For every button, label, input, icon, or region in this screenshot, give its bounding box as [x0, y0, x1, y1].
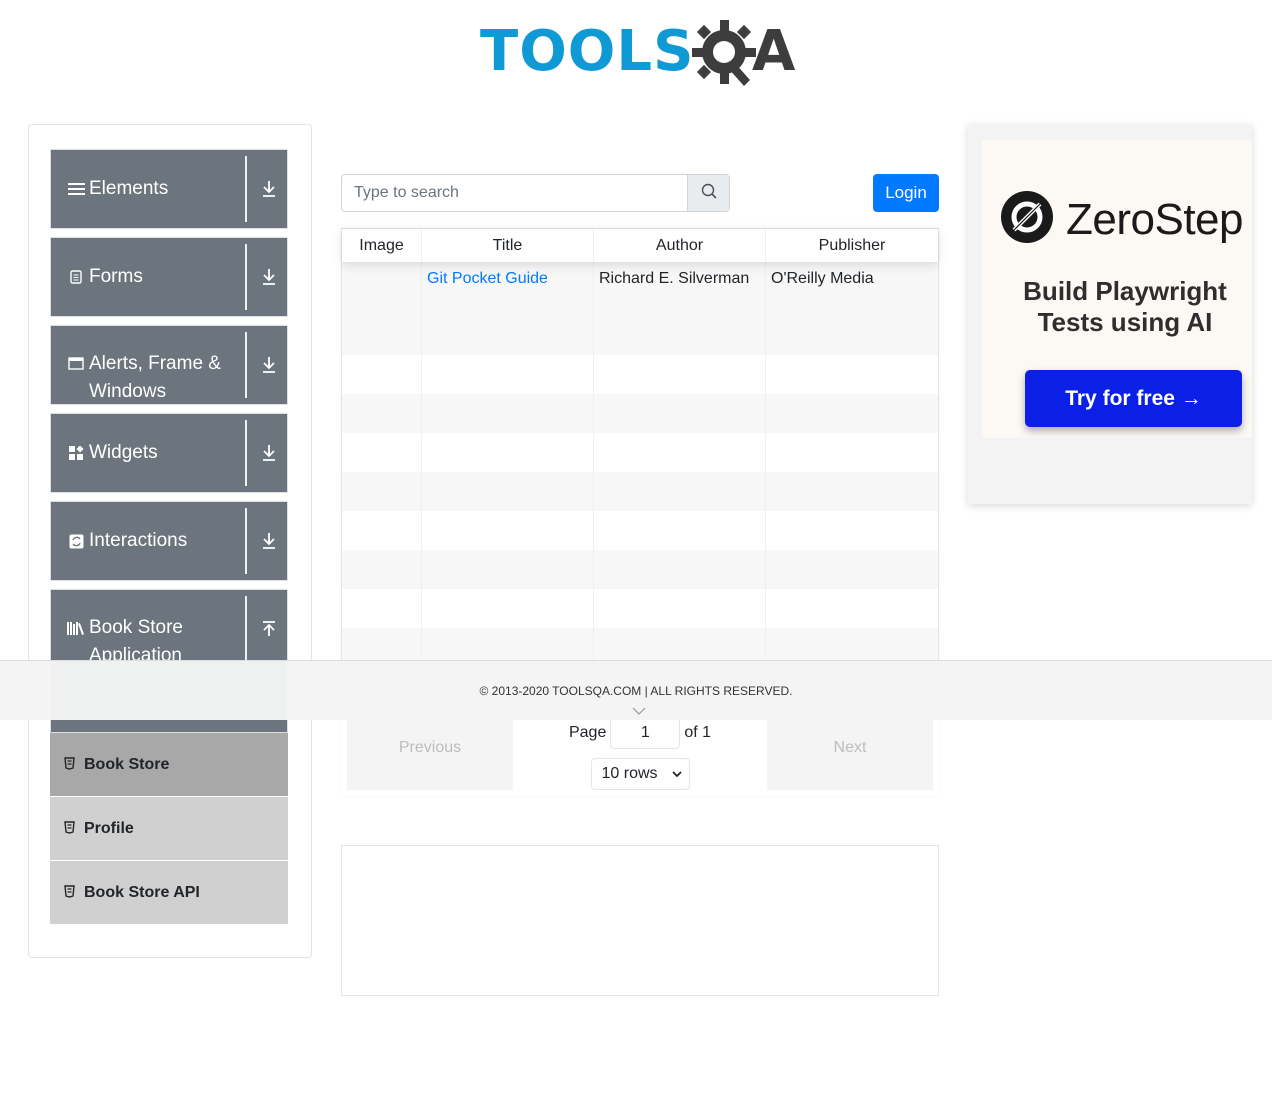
window-icon: [67, 357, 85, 370]
page-label: Page: [568, 724, 607, 741]
cell-author: Richard E. Silverman: [594, 262, 766, 355]
download-arrow-icon[interactable]: [251, 326, 287, 404]
ad-card: ZeroStep Build Playwright Tests using AI…: [982, 140, 1252, 438]
search-icon: [701, 183, 717, 204]
search-button[interactable]: [687, 175, 729, 211]
download-arrow-icon[interactable]: [251, 150, 287, 228]
page-number-input[interactable]: 1: [610, 717, 681, 749]
html5-icon: [64, 756, 78, 773]
group-alerts-header[interactable]: Alerts, Frame & Windows: [51, 326, 245, 404]
group-widgets-label: Widgets: [89, 442, 158, 463]
rows-per-page-value: 10 rows: [601, 765, 658, 782]
ad-cta-button[interactable]: Try for free →: [1025, 370, 1242, 427]
empty-content-box: [341, 845, 939, 996]
column-header-title[interactable]: Title: [422, 229, 594, 262]
download-arrow-icon[interactable]: [251, 502, 287, 580]
page-total-label: of 1: [684, 724, 712, 741]
group-forms-header[interactable]: Forms: [51, 238, 245, 316]
group-divider: [245, 244, 247, 310]
group-divider: [245, 156, 247, 222]
group-alerts-label: Alerts, Frame & Windows: [89, 353, 221, 402]
group-elements-label: Elements: [89, 178, 169, 199]
interactions-icon: [67, 534, 85, 549]
table-row-empty: [342, 433, 938, 472]
book-title-link[interactable]: Git Pocket Guide: [427, 270, 548, 287]
column-header-publisher[interactable]: Publisher: [766, 229, 938, 262]
advertisement[interactable]: ZeroStep Build Playwright Tests using AI…: [968, 124, 1252, 504]
group-elements[interactable]: Elements: [50, 149, 288, 229]
cell-publisher: O'Reilly Media: [771, 270, 874, 287]
chevron-down-icon: [671, 767, 683, 785]
table-row-empty: [342, 550, 938, 589]
menu-icon: [67, 182, 85, 196]
group-alerts-frame-windows[interactable]: Alerts, Frame & Windows: [50, 325, 288, 405]
download-arrow-icon[interactable]: [251, 414, 287, 492]
logo-text-a: A: [752, 19, 796, 84]
column-header-image[interactable]: Image: [342, 229, 422, 262]
toolsqa-logo[interactable]: TOOLS A: [480, 14, 804, 94]
group-forms[interactable]: Forms: [50, 237, 288, 317]
group-interactions[interactable]: Interactions: [50, 501, 288, 581]
group-forms-label: Forms: [89, 266, 143, 287]
table-row-empty: [342, 511, 938, 550]
table-header: Image Title Author Publisher: [342, 229, 938, 262]
group-divider: [245, 420, 247, 486]
document-icon: [67, 270, 85, 284]
login-button[interactable]: Login: [873, 174, 939, 212]
table-row-empty: [342, 355, 938, 394]
table-row-empty: [342, 394, 938, 433]
group-book-store-header[interactable]: Book Store Application: [51, 590, 245, 668]
ad-brand-name: ZeroStep: [1066, 194, 1243, 244]
download-arrow-icon[interactable]: [251, 238, 287, 316]
group-divider: [245, 508, 247, 574]
search-input[interactable]: [342, 175, 687, 211]
upload-arrow-icon[interactable]: [251, 590, 287, 668]
chevron-down-icon[interactable]: [632, 705, 646, 719]
rows-per-page-select[interactable]: 10 rows: [590, 758, 690, 790]
submenu-profile-label: Profile: [84, 819, 134, 837]
group-divider: [245, 332, 247, 398]
books-icon: [67, 621, 85, 635]
left-panel: Elements Forms Alerts, Frame & Windows W…: [28, 124, 312, 958]
group-divider: [245, 596, 247, 662]
page-jump: Page 1 of 1: [568, 717, 712, 749]
footer-copyright: © 2013-2020 TOOLSQA.COM | ALL RIGHTS RES…: [479, 683, 793, 698]
group-widgets-header[interactable]: Widgets: [51, 414, 245, 492]
group-widgets[interactable]: Widgets: [50, 413, 288, 493]
html5-icon: [64, 884, 78, 901]
column-header-author[interactable]: Author: [594, 229, 766, 262]
ad-headline: Build Playwright Tests using AI: [1023, 276, 1227, 337]
group-interactions-header[interactable]: Interactions: [51, 502, 245, 580]
group-elements-header[interactable]: Elements: [51, 150, 245, 228]
zerostep-logo-icon: [1000, 190, 1054, 249]
submenu-profile[interactable]: Profile: [50, 797, 288, 861]
submenu-book-store[interactable]: Book Store: [50, 733, 288, 797]
cell-image: [342, 262, 422, 355]
widgets-icon: [67, 445, 85, 461]
logo-text-tools: TOOLS: [480, 19, 695, 84]
submenu-book-store-label: Book Store: [84, 755, 170, 773]
submenu-book-store-api-label: Book Store API: [84, 883, 200, 901]
submenu-book-store-api[interactable]: Book Store API: [50, 861, 288, 925]
html5-icon: [64, 820, 78, 837]
ad-brand: ZeroStep: [1000, 190, 1243, 249]
group-interactions-label: Interactions: [89, 530, 188, 551]
footer: © 2013-2020 TOOLSQA.COM | ALL RIGHTS RES…: [0, 660, 1272, 720]
table-body: Git Pocket Guide Richard E. Silverman O'…: [342, 262, 938, 667]
table-row-empty: [342, 589, 938, 628]
table-row-empty: [342, 472, 938, 511]
search-box: [341, 174, 730, 212]
cell-title: Git Pocket Guide: [422, 262, 594, 355]
table-row: Git Pocket Guide Richard E. Silverman O'…: [342, 262, 938, 355]
